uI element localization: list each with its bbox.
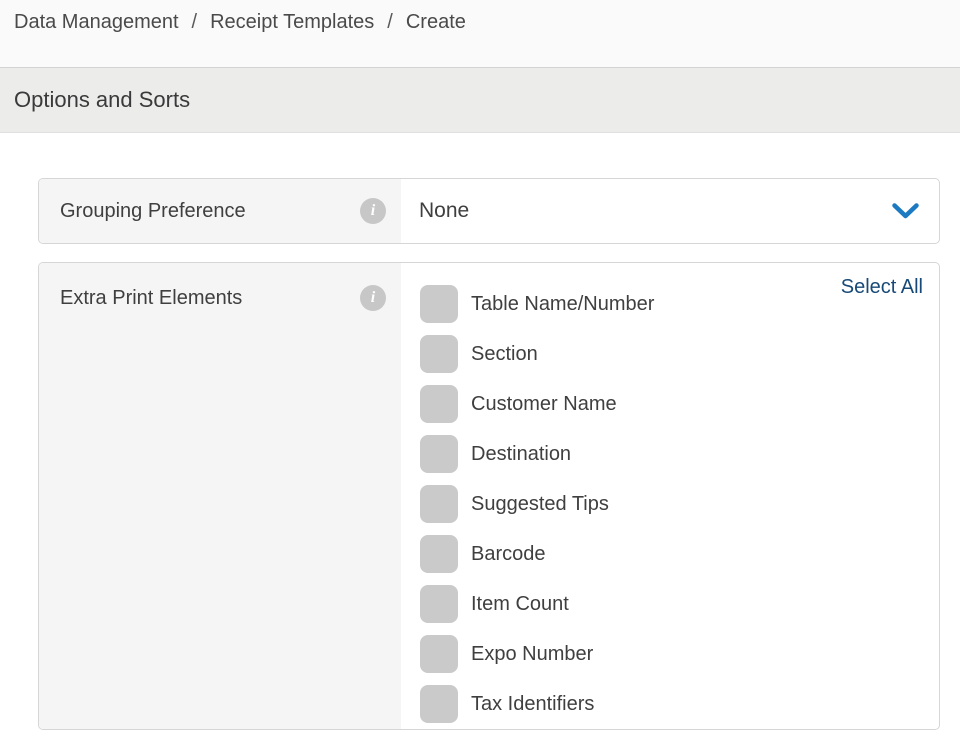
extra-print-elements-label-panel: Extra Print Elements i: [39, 263, 401, 729]
checkbox-row-item-count: Item Count: [401, 579, 939, 629]
checkbox-label[interactable]: Section: [471, 343, 538, 366]
checkbox-destination[interactable]: [420, 435, 458, 473]
checkbox-row-section: Section: [401, 329, 939, 379]
grouping-preference-label: Grouping Preference: [60, 198, 360, 224]
checkbox-suggested-tips[interactable]: [420, 485, 458, 523]
checkbox-section[interactable]: [420, 335, 458, 373]
info-icon[interactable]: i: [360, 198, 386, 224]
checkbox-expo-number[interactable]: [420, 635, 458, 673]
checkbox-row-expo-number: Expo Number: [401, 629, 939, 679]
breadcrumb: Data Management / Receipt Templates / Cr…: [0, 0, 960, 68]
select-all-link[interactable]: Select All: [841, 276, 923, 299]
checkbox-label[interactable]: Expo Number: [471, 643, 593, 666]
checkbox-row-barcode: Barcode: [401, 529, 939, 579]
breadcrumb-item-create[interactable]: Create: [406, 9, 466, 35]
checkbox-barcode[interactable]: [420, 535, 458, 573]
section-title: Options and Sorts: [14, 87, 190, 113]
checkbox-customer-name[interactable]: [420, 385, 458, 423]
chevron-down-icon[interactable]: [892, 203, 919, 220]
extra-print-elements-label: Extra Print Elements: [60, 285, 360, 311]
checkbox-row-suggested-tips: Suggested Tips: [401, 479, 939, 529]
options-and-sorts-content: Grouping Preference i None Extra Print E…: [0, 133, 960, 730]
checkbox-tax-identifiers[interactable]: [420, 685, 458, 723]
checkbox-table-name-number[interactable]: [420, 285, 458, 323]
grouping-preference-select[interactable]: None: [401, 179, 939, 243]
checkbox-label[interactable]: Destination: [471, 443, 571, 466]
grouping-preference-value: None: [419, 199, 892, 223]
checkbox-label[interactable]: Tax Identifiers: [471, 693, 594, 716]
breadcrumb-separator: /: [387, 9, 393, 35]
checkbox-label[interactable]: Barcode: [471, 543, 546, 566]
checkbox-label[interactable]: Table Name/Number: [471, 293, 654, 316]
checkbox-row-tax-identifiers: Tax Identifiers: [401, 679, 939, 729]
checkbox-label[interactable]: Suggested Tips: [471, 493, 609, 516]
grouping-preference-label-panel: Grouping Preference i: [39, 179, 401, 243]
checkbox-label[interactable]: Item Count: [471, 593, 569, 616]
breadcrumb-item-receipt-templates[interactable]: Receipt Templates: [210, 9, 374, 35]
checkbox-row-customer-name: Customer Name: [401, 379, 939, 429]
checkbox-label[interactable]: Customer Name: [471, 393, 617, 416]
extra-print-elements-options: Select All Table Name/Number Section Cus…: [401, 263, 939, 729]
breadcrumb-separator: /: [192, 9, 198, 35]
checkbox-row-destination: Destination: [401, 429, 939, 479]
grouping-preference-row: Grouping Preference i None: [38, 178, 940, 244]
section-header: Options and Sorts: [0, 68, 960, 133]
info-icon[interactable]: i: [360, 285, 386, 311]
breadcrumb-item-data-management[interactable]: Data Management: [14, 9, 179, 35]
extra-print-elements-row: Extra Print Elements i Select All Table …: [38, 262, 940, 730]
checkbox-item-count[interactable]: [420, 585, 458, 623]
